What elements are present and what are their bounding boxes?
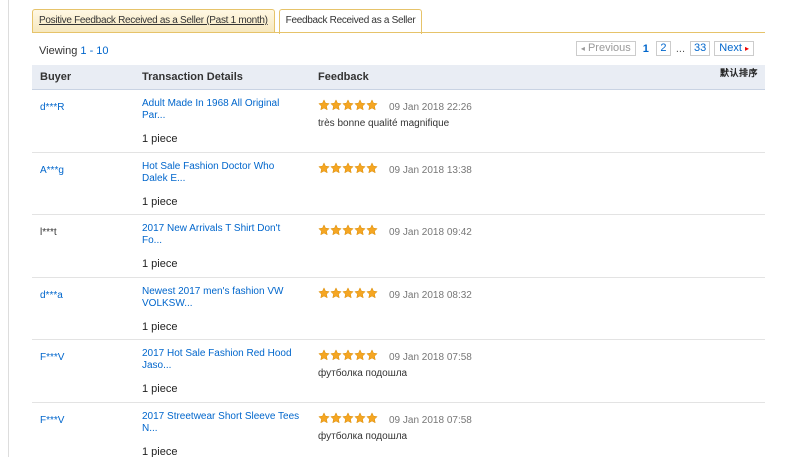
star-icon [318,411,330,423]
feedback-comment: très bonne qualité magnifique [318,118,450,129]
feedback-list: d***R Adult Made In 1968 All Original Par… [32,90,765,457]
previous-page-button[interactable]: ◂ Previous [575,41,636,56]
star-icon [366,223,378,236]
star-icon [354,411,366,423]
table-header: Buyer Transaction Details Feedback [32,65,765,90]
quantity: 1 piece [142,195,178,208]
star-icon [354,286,366,298]
buyer-name[interactable]: A***g [40,165,64,176]
star-rating [318,161,378,173]
star-icon [354,161,366,173]
star-icon [366,98,378,111]
current-page: 1 [642,42,649,55]
star-icon [366,161,378,173]
next-page-button[interactable]: Next ▸ [714,41,754,56]
star-icon [342,411,354,423]
tab-divider [32,32,765,33]
viewing-prefix: Viewing [39,45,81,57]
buyer-name[interactable]: F***V [40,352,64,363]
column-header-buyer: Buyer [40,71,72,83]
table-row: F***V 2017 Streetwear Short Sleeve Tees N… [32,403,765,457]
star-icon [330,223,342,236]
star-rating [318,98,378,111]
star-icon [330,98,342,111]
star-icon [318,161,330,173]
table-row: A***g Hot Sale Fashion Doctor Who Dalek E… [32,153,765,215]
star-icon [354,223,366,236]
feedback-date: 09 Jan 2018 08:32 [389,289,472,301]
feedback-date: 09 Jan 2018 07:58 [389,352,472,363]
tab-feedback-received-as-seller[interactable]: Feedback Received as a Seller [278,9,423,34]
star-icon [318,223,330,236]
pagination-ellipsis: ... [675,42,686,55]
chevron-right-icon: ▸ [744,44,749,53]
star-rating [318,286,378,298]
product-title-link[interactable]: 2017 Hot Sale Fashion Red Hood Jaso... [142,348,302,372]
table-row: F***V 2017 Hot Sale Fashion Red Hood Jaso… [32,340,765,403]
default-sort-link[interactable]: 默认排序 [720,66,758,79]
star-rating [318,348,378,361]
product-title-link[interactable]: Adult Made In 1968 All Original Par... [142,98,302,122]
viewing-count: Viewing 1 - 10 [39,45,109,57]
previous-label: Previous [587,42,631,54]
feedback-date: 09 Jan 2018 22:26 [389,102,472,113]
page-left-border [8,0,9,457]
star-icon [318,98,330,111]
last-page-link[interactable]: 33 [690,41,711,56]
product-title-link[interactable]: Hot Sale Fashion Doctor Who Dalek E... [142,161,302,185]
star-icon [366,411,378,423]
feedback-tabs: Positive Feedback Received as a Seller (… [32,9,423,34]
star-icon [330,348,342,361]
star-icon [318,348,330,361]
quantity: 1 piece [142,383,178,395]
feedback-date: 09 Jan 2018 13:38 [389,164,472,176]
quantity: 1 piece [142,258,178,270]
star-icon [342,286,354,298]
star-icon [354,98,366,111]
table-row: d***a Newest 2017 men's fashion VW VOLKSW… [32,278,765,340]
star-icon [342,348,354,361]
star-rating [318,223,378,236]
star-icon [330,286,342,298]
product-title-link[interactable]: 2017 Streetwear Short Sleeve Tees N... [142,411,302,435]
tab-positive-feedback-past-month[interactable]: Positive Feedback Received as a Seller (… [32,9,275,33]
feedback-comment: футболка подошла [318,430,408,442]
chevron-left-icon: ◂ [580,44,585,53]
pagination: ◂ Previous 1 2 ... 33 Next ▸ [575,41,754,56]
buyer-name: l***t [40,227,57,238]
feedback-date: 09 Jan 2018 07:58 [389,414,472,426]
star-rating [318,411,378,423]
table-row: l***t 2017 New Arrivals T Shirt Don't Fo.… [32,215,765,278]
star-icon [342,223,354,236]
quantity: 1 piece [142,133,178,145]
star-icon [366,286,378,298]
star-icon [366,348,378,361]
quantity: 1 piece [142,445,178,457]
next-label: Next [719,42,742,54]
star-icon [318,286,330,298]
product-title-link[interactable]: Newest 2017 men's fashion VW VOLKSW... [142,286,302,310]
star-icon [342,161,354,173]
star-icon [330,411,342,423]
page-2-link[interactable]: 2 [655,41,671,56]
product-title-link[interactable]: 2017 New Arrivals T Shirt Don't Fo... [142,223,302,247]
viewing-range: 1 - 10 [80,45,109,57]
quantity: 1 piece [142,320,178,333]
feedback-comment: футболка подошла [318,368,408,379]
buyer-name[interactable]: F***V [40,415,64,426]
column-header-transaction-details: Transaction Details [142,71,243,83]
buyer-name[interactable]: d***a [40,290,63,301]
buyer-name[interactable]: d***R [40,102,64,113]
star-icon [354,348,366,361]
table-row: d***R Adult Made In 1968 All Original Par… [32,90,765,153]
column-header-feedback: Feedback [318,71,369,83]
star-icon [342,98,354,111]
star-icon [330,161,342,173]
feedback-date: 09 Jan 2018 09:42 [389,227,472,238]
